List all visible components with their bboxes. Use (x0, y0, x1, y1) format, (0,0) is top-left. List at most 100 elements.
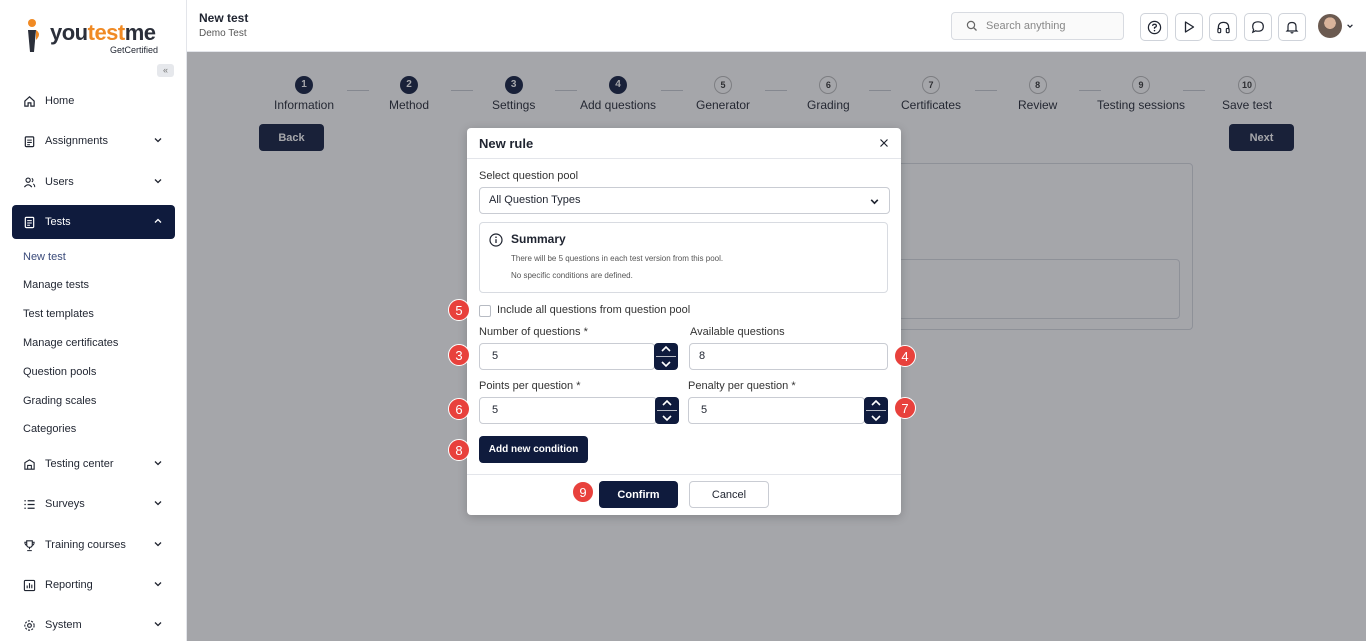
sidebar-subitem-manage-tests[interactable]: Manage tests (23, 279, 89, 291)
sidebar-subitem-manage-certificates[interactable]: Manage certificates (23, 337, 118, 349)
chevron-down-icon (154, 138, 162, 143)
chevron-down-icon (154, 622, 162, 627)
include-all-label[interactable]: Include all questions from question pool (497, 304, 690, 316)
chart-icon (22, 578, 36, 592)
help-button[interactable] (1140, 13, 1168, 41)
home-icon (22, 94, 36, 108)
sidebar-item-label: Surveys (45, 498, 85, 510)
headset-icon (1216, 21, 1230, 33)
sidebar-item-label: Tests (45, 216, 71, 228)
document-icon (22, 215, 36, 229)
chat-icon (1251, 21, 1264, 34)
search-input[interactable]: Search anything (951, 12, 1124, 40)
chevron-down-icon (870, 199, 879, 205)
summary-line: There will be 5 questions in each test v… (511, 254, 724, 263)
notifications-button[interactable] (1278, 13, 1306, 41)
num-questions-label: Number of questions * (479, 326, 588, 338)
chevron-up-icon[interactable] (870, 399, 882, 407)
collapse-sidebar-button[interactable]: « (157, 64, 174, 77)
page-subtitle: Demo Test (199, 28, 247, 39)
question-pool-select[interactable]: All Question Types (479, 187, 890, 214)
add-condition-button[interactable]: Add new condition (479, 436, 588, 463)
gear-icon (22, 618, 36, 632)
chevron-down-icon[interactable] (1346, 22, 1354, 30)
chevron-down-icon (154, 461, 162, 466)
penalty-input[interactable]: 5 (688, 397, 865, 424)
annotation-badge: 4 (894, 345, 916, 367)
chevron-down-icon (154, 501, 162, 506)
testing-center-icon (22, 457, 36, 471)
list-icon (22, 497, 36, 511)
sidebar-item-reporting[interactable]: Reporting (12, 568, 175, 602)
sidebar-item-label: Testing center (45, 458, 114, 470)
avatar[interactable] (1318, 14, 1342, 38)
num-questions-stepper[interactable] (654, 343, 678, 370)
include-all-checkbox[interactable] (479, 305, 491, 317)
sidebar-item-testing-center[interactable]: Testing center (12, 447, 175, 481)
new-rule-dialog: New rule Select question pool All Questi… (467, 128, 901, 515)
search-placeholder: Search anything (986, 20, 1066, 32)
play-icon (1184, 21, 1195, 33)
stepper-divider (657, 409, 677, 411)
dialog-footer-divider (467, 474, 901, 475)
sidebar-item-label: System (45, 619, 82, 631)
annotation-badge: 6 (448, 398, 470, 420)
logo-subtitle: GetCertified (110, 45, 159, 55)
sidebar-item-assignments[interactable]: Assignments (12, 124, 175, 158)
sidebar-subitem-question-pools[interactable]: Question pools (23, 366, 96, 378)
sidebar-item-users[interactable]: Users (12, 165, 175, 199)
dialog-header: New rule (467, 128, 901, 159)
chevron-down-icon[interactable] (870, 414, 882, 422)
points-input[interactable]: 5 (479, 397, 657, 424)
summary-title: Summary (511, 232, 566, 246)
users-icon (22, 175, 36, 189)
close-icon[interactable] (879, 138, 889, 148)
sidebar-item-label: Training courses (45, 539, 126, 551)
available-questions-field: 8 (689, 343, 888, 370)
stepper-divider (866, 409, 886, 411)
cancel-button[interactable]: Cancel (689, 481, 769, 508)
sidebar-subitem-new-test[interactable]: New test (23, 251, 66, 263)
chevron-down-icon (154, 179, 162, 184)
sidebar-item-surveys[interactable]: Surveys (12, 487, 175, 521)
sidebar-subitem-categories[interactable]: Categories (23, 423, 76, 435)
sidebar-item-system[interactable]: System (12, 608, 175, 641)
chevron-up-icon[interactable] (661, 399, 673, 407)
sidebar-item-tests[interactable]: Tests (12, 205, 175, 239)
logo-text: youtestme (50, 20, 156, 45)
sidebar-item-label: Users (45, 176, 74, 188)
annotation-badge: 8 (448, 439, 470, 461)
support-button[interactable] (1209, 13, 1237, 41)
chat-button[interactable] (1244, 13, 1272, 41)
sidebar: youtestme GetCertified « Home Assignment… (0, 0, 187, 641)
sidebar-item-training-courses[interactable]: Training courses (12, 528, 175, 562)
chevron-down-icon[interactable] (661, 414, 673, 422)
summary-box: Summary There will be 5 questions in eac… (479, 222, 888, 293)
annotation-badge: 3 (448, 344, 470, 366)
sidebar-subitem-grading-scales[interactable]: Grading scales (23, 395, 96, 407)
page-title: New test (199, 11, 249, 25)
play-button[interactable] (1175, 13, 1203, 41)
penalty-stepper[interactable] (864, 397, 888, 424)
points-label: Points per question * (479, 380, 581, 392)
search-icon (966, 20, 977, 31)
logo-mark-icon (28, 19, 39, 52)
sidebar-item-home[interactable]: Home (12, 84, 175, 118)
clipboard-icon (22, 134, 36, 148)
chevron-down-icon[interactable] (660, 360, 672, 368)
sidebar-item-label: Assignments (45, 135, 108, 147)
question-pool-label: Select question pool (479, 170, 579, 182)
chevron-up-icon[interactable] (660, 345, 672, 353)
annotation-badge: 7 (894, 397, 916, 419)
confirm-button[interactable]: Confirm (599, 481, 678, 508)
sidebar-subitem-test-templates[interactable]: Test templates (23, 308, 94, 320)
annotation-badge: 9 (572, 481, 594, 503)
logo[interactable]: youtestme GetCertified (24, 16, 164, 56)
penalty-label: Penalty per question * (688, 380, 796, 392)
num-questions-input[interactable]: 5 (479, 343, 655, 370)
bell-icon (1285, 21, 1299, 34)
stepper-divider (656, 355, 676, 357)
points-stepper[interactable] (655, 397, 679, 424)
dialog-title: New rule (479, 136, 534, 151)
question-pool-value: All Question Types (489, 194, 581, 206)
